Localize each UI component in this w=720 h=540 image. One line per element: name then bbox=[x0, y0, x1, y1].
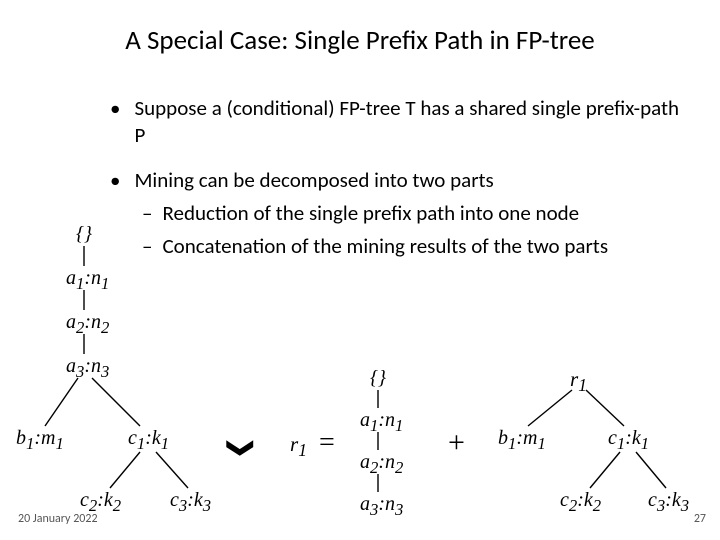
footer-date: 20 January 2022 bbox=[18, 512, 98, 526]
right-tree-edges bbox=[0, 0, 720, 540]
page-number: 27 bbox=[694, 512, 706, 526]
